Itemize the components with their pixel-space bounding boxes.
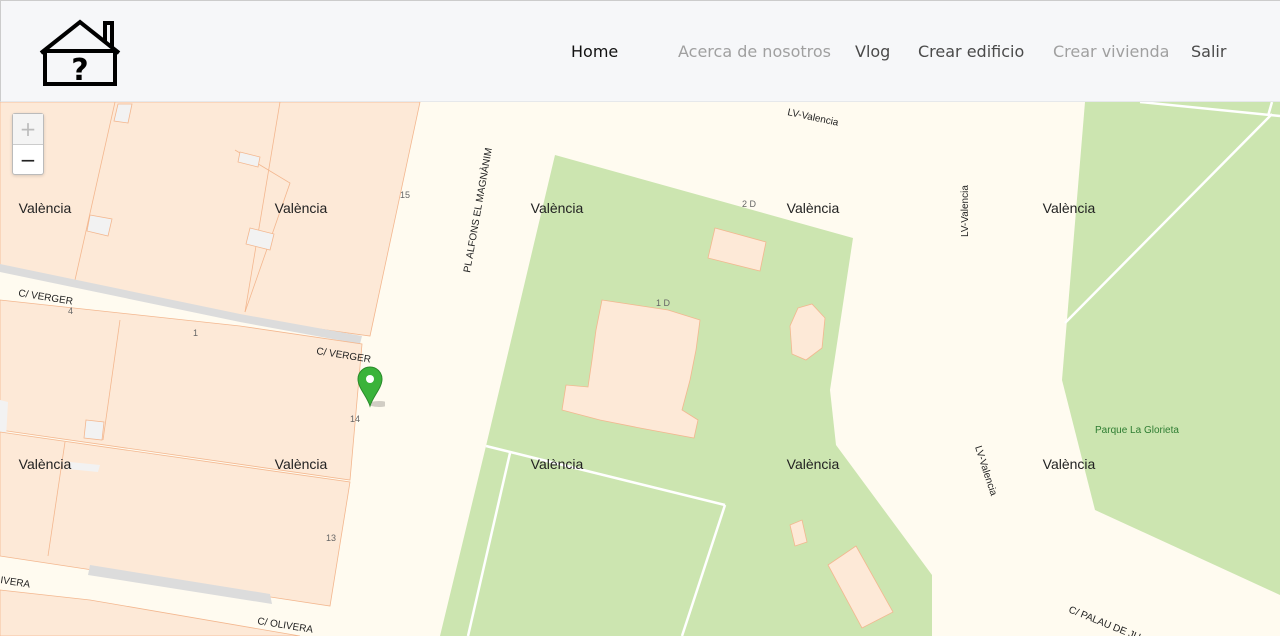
valencia-label: València (19, 200, 72, 216)
zoom-in-button[interactable]: + (13, 114, 43, 144)
nav-vlog-link[interactable]: Vlog (855, 42, 890, 61)
svg-text:?: ? (71, 53, 88, 87)
street-label-olivera: IVERA (0, 575, 31, 591)
street-label-verger: C/ VERGER (18, 288, 74, 307)
valencia-label: València (531, 456, 584, 472)
nav-logout-link[interactable]: Salir (1191, 42, 1226, 61)
street-label-olivera: C/ OLIVERA (257, 616, 314, 636)
valencia-label: València (787, 456, 840, 472)
zoom-out-button[interactable]: − (13, 144, 43, 175)
navbar: ? Home Acerca de nosotros Vlog Crear edi… (0, 0, 1280, 102)
valencia-label: València (19, 456, 72, 472)
park-label: Parque La Glorieta (1095, 425, 1179, 436)
lv-valencia-label: LV-Valencia (972, 445, 999, 498)
house-number: 1 D (656, 298, 671, 308)
nav-create-dwelling-link[interactable]: Crear vivienda (1053, 42, 1169, 61)
valencia-label: València (275, 456, 328, 472)
map-marker-pin-icon[interactable] (357, 366, 389, 408)
zoom-control: + − (12, 113, 44, 175)
house-number: 1 (193, 328, 198, 338)
nav-about-link[interactable]: Acerca de nosotros (678, 42, 831, 61)
valencia-label: València (1043, 200, 1096, 216)
lv-valencia-label: LV-Valencia (960, 185, 971, 237)
nav-home-link[interactable]: Home (571, 42, 618, 61)
house-number: 14 (350, 414, 360, 424)
plaza-label: PL ALFONS EL MAGNÀNIM (460, 147, 495, 274)
valencia-label: València (275, 200, 328, 216)
house-number: 13 (326, 533, 336, 543)
map-view[interactable]: València València València València Valè… (0, 102, 1280, 636)
house-number: 4 (68, 306, 73, 316)
street-label-verger: C/ VERGER (316, 346, 372, 365)
map-labels: València València València València Valè… (0, 107, 1179, 636)
house-number: 2 D (742, 199, 757, 209)
nav-create-building-link[interactable]: Crear edificio (918, 42, 1024, 61)
lv-valencia-label: LV-Valencia (786, 107, 839, 129)
valencia-label: València (1043, 456, 1096, 472)
valencia-label: València (531, 200, 584, 216)
street-label-palau: C/ PALAU DE JU (1067, 605, 1142, 636)
house-question-logo-icon[interactable]: ? (39, 19, 121, 88)
valencia-label: València (787, 200, 840, 216)
house-number: 15 (400, 190, 410, 200)
